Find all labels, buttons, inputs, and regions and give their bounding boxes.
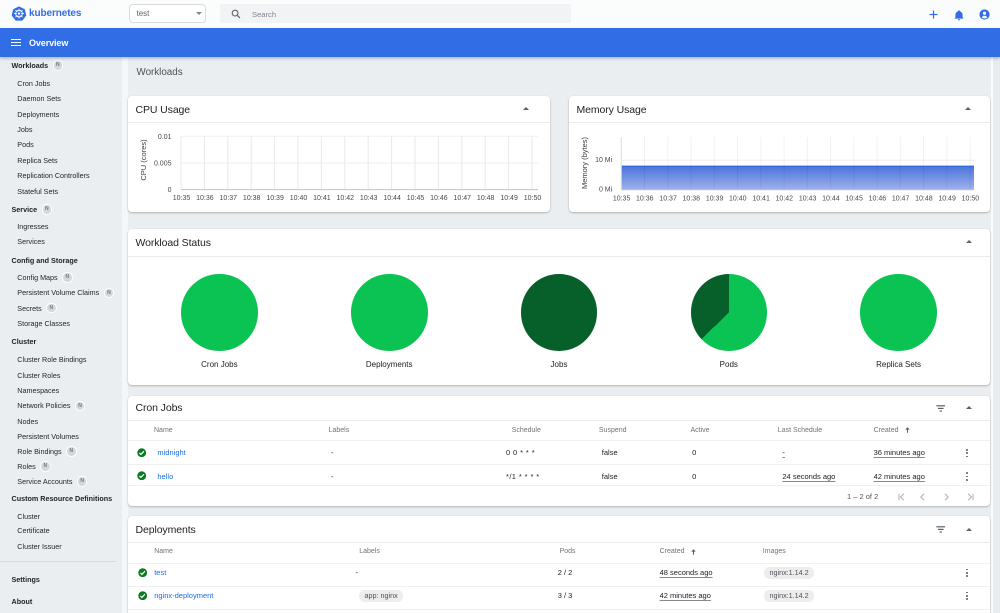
svg-text:0 Mi: 0 Mi	[599, 187, 613, 194]
svg-text:10 Mi: 10 Mi	[595, 157, 613, 164]
svg-text:10:39: 10:39	[266, 195, 284, 202]
svg-text:10:43: 10:43	[360, 195, 378, 202]
svg-text:10:42: 10:42	[776, 196, 794, 203]
svg-text:10:41: 10:41	[313, 195, 331, 202]
svg-text:10:39: 10:39	[706, 196, 724, 203]
svg-text:10:50: 10:50	[524, 195, 542, 202]
svg-text:10:37: 10:37	[659, 196, 677, 203]
svg-text:0: 0	[168, 187, 172, 194]
svg-text:10:38: 10:38	[683, 196, 701, 203]
svg-text:10:35: 10:35	[173, 195, 191, 202]
svg-text:10:35: 10:35	[613, 196, 631, 203]
svg-text:0.005: 0.005	[154, 161, 172, 168]
svg-text:10:44: 10:44	[822, 196, 840, 203]
svg-text:10:49: 10:49	[500, 195, 518, 202]
svg-text:10:44: 10:44	[383, 195, 401, 202]
svg-text:10:42: 10:42	[337, 195, 355, 202]
svg-text:10:46: 10:46	[869, 196, 887, 203]
svg-text:10:46: 10:46	[430, 195, 448, 202]
svg-text:10:40: 10:40	[290, 195, 308, 202]
svg-text:10:37: 10:37	[220, 195, 238, 202]
svg-text:10:43: 10:43	[799, 196, 817, 203]
svg-text:10:41: 10:41	[752, 196, 770, 203]
svg-text:10:40: 10:40	[729, 196, 747, 203]
svg-text:0.01: 0.01	[158, 134, 172, 141]
svg-text:10:47: 10:47	[892, 196, 910, 203]
svg-text:10:49: 10:49	[938, 196, 956, 203]
svg-text:10:45: 10:45	[407, 195, 425, 202]
svg-text:Memory (bytes): Memory (bytes)	[580, 136, 589, 189]
svg-text:10:48: 10:48	[915, 196, 933, 203]
svg-text:10:50: 10:50	[962, 196, 980, 203]
svg-text:CPU (cores): CPU (cores)	[139, 139, 148, 181]
svg-text:10:45: 10:45	[845, 196, 863, 203]
svg-text:10:47: 10:47	[454, 195, 472, 202]
svg-text:10:36: 10:36	[636, 196, 654, 203]
svg-text:10:48: 10:48	[477, 195, 495, 202]
svg-text:10:36: 10:36	[196, 195, 214, 202]
svg-text:10:38: 10:38	[243, 195, 261, 202]
